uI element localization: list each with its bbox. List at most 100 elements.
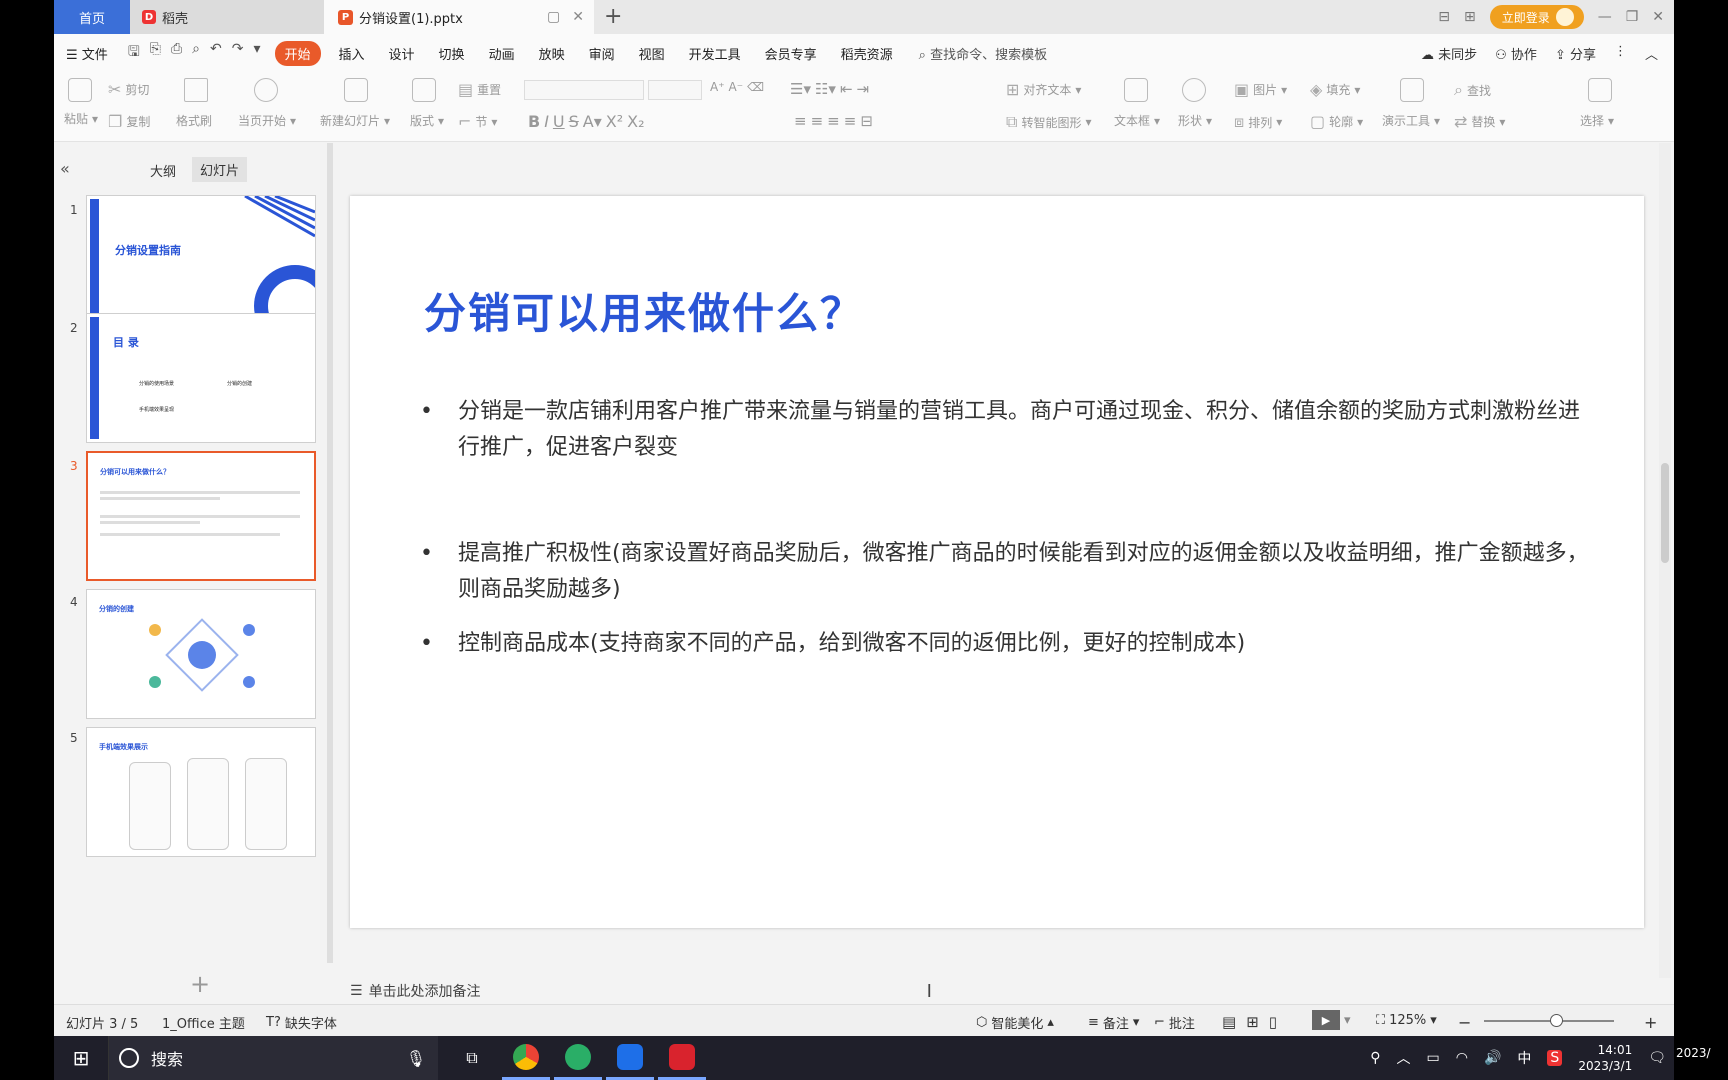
cut-button[interactable]: ✂ 剪切 xyxy=(108,80,149,99)
bullet-item[interactable]: • 分销是一款店铺利用客户推广带来流量与销量的营销工具。商户可通过现金、积分、储… xyxy=(420,394,1600,466)
pin-icon[interactable]: ▢ xyxy=(547,9,560,25)
strikethrough-icon[interactable]: S xyxy=(569,112,579,131)
align-left-icon[interactable]: ≡ xyxy=(794,112,807,130)
tab-slides[interactable]: 幻灯片 xyxy=(192,157,248,182)
outline-button[interactable]: ▢ 轮廓 ▾ xyxy=(1310,112,1363,131)
tab-developer[interactable]: 开发工具 xyxy=(677,44,753,63)
paste-button[interactable]: 粘贴 ▾ xyxy=(64,110,98,127)
shape-icon[interactable] xyxy=(1182,78,1206,102)
zoom-control[interactable]: ⛶ 125% ▾ xyxy=(1376,1013,1437,1028)
tab-slideshow[interactable]: 放映 xyxy=(527,44,577,63)
feishu-icon[interactable] xyxy=(606,1036,654,1080)
shape-button[interactable]: 形状 ▾ xyxy=(1178,112,1212,129)
font-family-select[interactable] xyxy=(524,80,644,100)
underline-icon[interactable]: U xyxy=(553,112,565,131)
windows-start-icon[interactable]: ⊞ xyxy=(66,1036,96,1080)
zoom-in-icon[interactable]: + xyxy=(1644,1013,1657,1032)
select-icon[interactable] xyxy=(1588,78,1612,102)
collapse-ribbon-icon[interactable]: ︿ xyxy=(1645,44,1658,63)
find-button[interactable]: ⌕ 查找 xyxy=(1454,80,1491,100)
add-slide-button[interactable]: + xyxy=(190,970,210,998)
replace-button[interactable]: ⇄ 替换 ▾ xyxy=(1454,112,1505,131)
taskbar-clock[interactable]: 14:01 2023/3/1 xyxy=(1578,1042,1632,1074)
save-icon[interactable]: 🖫 xyxy=(128,41,140,65)
login-button[interactable]: 立即登录 xyxy=(1489,5,1584,29)
indent-icon[interactable]: ⇥ xyxy=(857,80,870,98)
grow-font-icon[interactable]: A⁺ xyxy=(710,80,725,94)
fit-window-icon[interactable]: ⛶ xyxy=(1376,1013,1385,1028)
slide-canvas[interactable]: 分销可以用来做什么？ • 分销是一款店铺利用客户推广带来流量与销量的营销工具。商… xyxy=(350,196,1644,928)
slide-thumbnail-2[interactable]: 目 录 分销的使用场景 分销的创建 手机端效果呈现 xyxy=(86,313,316,443)
comments-button[interactable]: ⌐ 批注 xyxy=(1154,1013,1195,1032)
superscript-icon[interactable]: X² xyxy=(606,112,623,131)
wifi-icon[interactable]: ◠ xyxy=(1456,1050,1468,1066)
from-current-button[interactable]: 当页开始 ▾ xyxy=(238,112,296,129)
slide-thumbnail-5[interactable]: 手机端效果展示 xyxy=(86,727,316,857)
sorter-view-icon[interactable]: ⊞ xyxy=(1246,1013,1259,1031)
tab-outline[interactable]: 大纲 xyxy=(150,161,176,180)
italic-icon[interactable]: I xyxy=(544,112,549,131)
tab-animations[interactable]: 动画 xyxy=(477,44,527,63)
tab-design[interactable]: 设计 xyxy=(377,44,427,63)
textbox-icon[interactable] xyxy=(1124,78,1148,102)
outdent-icon[interactable]: ⇤ xyxy=(840,80,853,98)
collapse-panel-icon[interactable]: « xyxy=(60,159,70,178)
people-icon[interactable]: ⚲ xyxy=(1370,1050,1380,1066)
zoom-out-icon[interactable]: − xyxy=(1458,1013,1471,1032)
slide-thumbnail-4[interactable]: 分销的创建 xyxy=(86,589,316,719)
task-view-icon[interactable]: ⧉ xyxy=(448,1036,496,1080)
align-right-icon[interactable]: ≡ xyxy=(827,112,840,130)
slide-title[interactable]: 分销可以用来做什么？ xyxy=(424,280,864,341)
subscript-icon[interactable]: X₂ xyxy=(627,112,644,131)
zoom-slider-knob[interactable] xyxy=(1549,1014,1563,1027)
vertical-scrollbar[interactable] xyxy=(1659,143,1671,978)
close-window-icon[interactable]: ✕ xyxy=(1652,9,1664,25)
align-center-icon[interactable]: ≡ xyxy=(811,112,824,130)
layout-icon[interactable] xyxy=(412,78,436,102)
bullet-item[interactable]: • 提高推广积极性(商家设置好商品奖励后，微客推广商品的时候能看到对应的返佣金额… xyxy=(420,536,1600,608)
wps-icon[interactable] xyxy=(658,1036,706,1080)
normal-view-icon[interactable]: ▤ xyxy=(1222,1013,1236,1031)
customize-icon[interactable]: ▾ xyxy=(253,41,260,65)
slide-thumbnail-1[interactable]: 分销设置指南 xyxy=(86,195,316,325)
tab-view[interactable]: 视图 xyxy=(627,44,677,63)
chrome-icon[interactable] xyxy=(502,1036,550,1080)
new-tab-button[interactable]: + xyxy=(604,4,622,29)
arrange-button[interactable]: ⧈ 排列 ▾ xyxy=(1234,112,1282,132)
bullet-list-icon[interactable]: ☰▾ xyxy=(790,80,811,98)
shrink-font-icon[interactable]: A⁻ xyxy=(729,80,744,94)
tab-review[interactable]: 审阅 xyxy=(577,44,627,63)
align-text-button[interactable]: ⊞ 对齐文本 ▾ xyxy=(1006,80,1081,99)
command-search[interactable]: ⌕ 查找命令、搜索模板 xyxy=(905,44,1047,63)
tab-daoke[interactable]: D 稻壳 xyxy=(130,0,324,34)
picture-button[interactable]: ▣ 图片 ▾ xyxy=(1234,80,1287,99)
print-icon[interactable]: ⎙ xyxy=(171,41,182,65)
minimize-icon[interactable]: — xyxy=(1598,9,1612,25)
sogou-ime-icon[interactable]: S xyxy=(1547,1050,1563,1066)
tab-member[interactable]: 会员专享 xyxy=(753,44,829,63)
file-menu[interactable]: ☰ 文件 xyxy=(54,44,120,63)
restore-icon[interactable]: ❐ xyxy=(1626,9,1639,25)
tab-transitions[interactable]: 切换 xyxy=(427,44,477,63)
beautify-button[interactable]: ⬡ 智能美化 ▴ xyxy=(976,1013,1054,1032)
presentation-tools-icon[interactable] xyxy=(1400,78,1424,102)
reset-button[interactable]: ▤ 重置 xyxy=(458,80,501,99)
number-list-icon[interactable]: ☷▾ xyxy=(815,80,836,98)
volume-icon[interactable]: 🔊 xyxy=(1484,1050,1501,1066)
missing-font-button[interactable]: T? 缺失字体 xyxy=(266,1013,337,1032)
tab-daoke-resources[interactable]: 稻壳资源 xyxy=(829,44,905,63)
font-color-icon[interactable]: A▾ xyxy=(583,112,602,131)
smart-graphic-button[interactable]: ⧉ 转智能图形 ▾ xyxy=(1006,112,1091,132)
distribute-icon[interactable]: ⊟ xyxy=(860,112,873,130)
select-button[interactable]: 选择 ▾ xyxy=(1580,112,1614,129)
layout-button[interactable]: 版式 ▾ xyxy=(410,112,444,129)
textbox-button[interactable]: 文本框 ▾ xyxy=(1114,112,1160,129)
font-size-select[interactable] xyxy=(648,80,702,100)
microphone-icon[interactable]: 🎙 xyxy=(406,1049,426,1068)
font-size-controls[interactable]: A⁺ A⁻ ⌫ xyxy=(710,80,764,94)
tab-home[interactable]: 首页 xyxy=(54,0,130,34)
new-slide-button[interactable]: 新建幻灯片 ▾ xyxy=(320,112,390,129)
copy-button[interactable]: ❐ 复制 xyxy=(108,112,150,131)
battery-icon[interactable]: ▭ xyxy=(1427,1050,1440,1066)
more-icon[interactable]: ⋮ xyxy=(1614,44,1627,63)
